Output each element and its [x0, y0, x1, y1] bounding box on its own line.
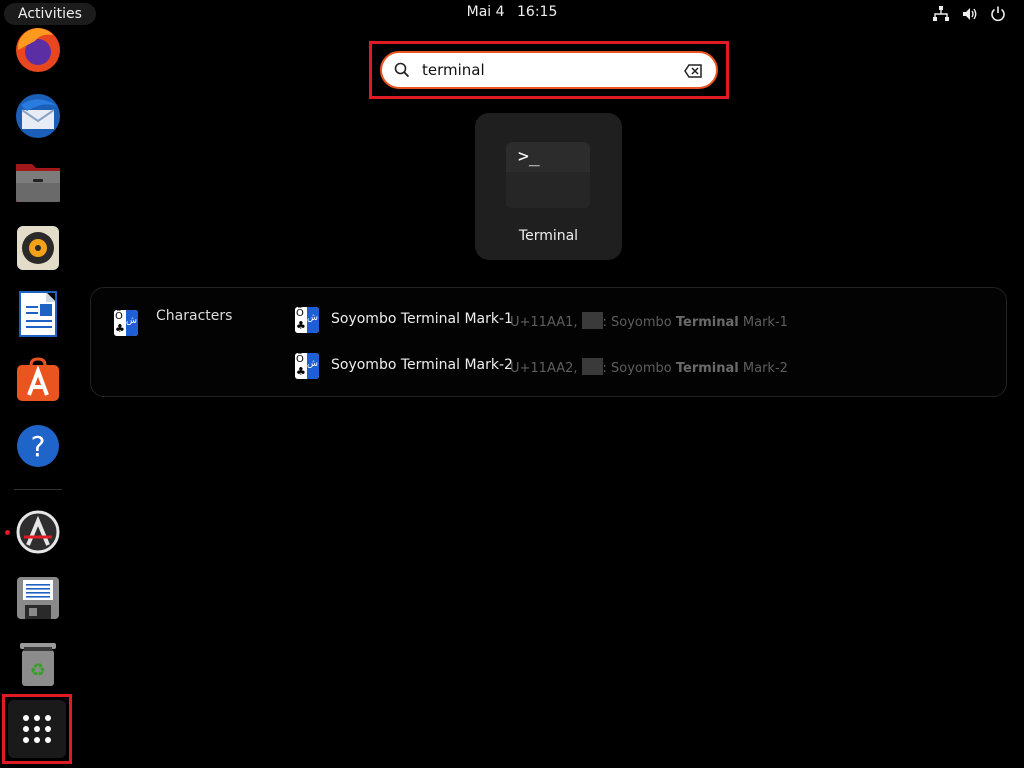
terminal-icon-lower — [506, 172, 590, 208]
result-desc-pre: : Soyombo — [602, 361, 676, 376]
dock-item-firefox[interactable] — [7, 19, 69, 81]
result-desc-post: Mark-2 — [738, 361, 788, 376]
app-result-label: Terminal — [518, 228, 579, 244]
search-input[interactable] — [422, 53, 672, 87]
search-provider-results: Ö ♣ ش Characters Ö ♣ ش Soyombo Terminal Mark… — [90, 287, 1007, 397]
glyph-preview — [581, 358, 603, 375]
dock: ? ♻ — [0, 28, 76, 768]
software-icon — [17, 357, 59, 401]
dock-item-thunderbird[interactable] — [7, 85, 69, 147]
trash-icon: ♻ — [20, 643, 56, 686]
terminal-icon: >_ — [506, 142, 590, 208]
search-box[interactable] — [380, 51, 718, 89]
result-description: U+11AA1, : Soyombo Terminal Mark-1 — [510, 312, 788, 330]
svg-text:?: ? — [31, 430, 46, 463]
firefox-icon — [16, 28, 60, 72]
result-desc-bold: Terminal — [675, 315, 739, 330]
writer-icon — [19, 291, 57, 337]
clear-icon[interactable] — [684, 64, 702, 78]
dock-item-software-updater[interactable] — [7, 501, 69, 563]
result-code: U+11AA2, — [510, 361, 578, 376]
dock-item-help[interactable]: ? — [7, 415, 69, 477]
dock-separator — [14, 489, 62, 490]
clock-time: 16:15 — [517, 4, 558, 20]
grid-icon — [23, 715, 51, 743]
dock-item-rhythmbox[interactable] — [7, 217, 69, 279]
result-description: U+11AA2, : Soyombo Terminal Mark-2 — [510, 358, 788, 376]
result-desc-bold: Terminal — [675, 361, 739, 376]
volume-icon[interactable] — [961, 5, 979, 23]
dock-item-software[interactable] — [7, 349, 69, 411]
glyph-preview — [581, 312, 603, 329]
app-result-terminal[interactable]: >_ Terminal — [475, 113, 622, 260]
result-name: Soyombo Terminal Mark-1 — [331, 311, 513, 327]
thunderbird-icon — [16, 94, 60, 138]
updater-icon — [16, 510, 60, 554]
clock[interactable]: Mai 4 16:15 — [0, 4, 1024, 20]
terminal-icon-prompt: >_ — [518, 146, 540, 167]
save-icon — [17, 577, 59, 619]
network-icon[interactable] — [932, 5, 950, 23]
list-item[interactable]: Ö ♣ ش Soyombo Terminal Mark-1 U+11AA1, : So… — [295, 307, 795, 333]
character-icon: Ö ♣ ش — [295, 307, 319, 333]
character-icon: Ö ♣ ش — [295, 353, 319, 379]
show-apps-button[interactable] — [2, 694, 72, 764]
characters-icon: Ö ♣ ش — [114, 310, 138, 336]
power-icon[interactable] — [989, 5, 1007, 23]
result-desc-pre: : Soyombo — [602, 315, 676, 330]
result-code: U+11AA1, — [510, 315, 578, 330]
show-apps-button-bg — [8, 700, 66, 758]
dock-item-trash[interactable]: ♻ — [7, 633, 69, 695]
provider-name[interactable]: Characters — [156, 308, 232, 324]
list-item[interactable]: Ö ♣ ش Soyombo Terminal Mark-2 U+11AA2, : So… — [295, 353, 795, 379]
search-icon — [394, 62, 410, 78]
clock-date: Mai 4 — [466, 4, 505, 20]
result-name: Soyombo Terminal Mark-2 — [331, 357, 513, 373]
dock-item-files[interactable] — [7, 151, 69, 213]
dock-item-save[interactable] — [7, 567, 69, 629]
dock-item-writer[interactable] — [7, 283, 69, 345]
result-desc-post: Mark-1 — [738, 315, 788, 330]
top-bar: Activities Mai 4 16:15 — [0, 0, 1024, 28]
files-icon — [16, 164, 60, 202]
rhythmbox-icon — [17, 226, 59, 270]
svg-text:♻: ♻ — [30, 660, 46, 681]
help-icon: ? — [17, 425, 59, 467]
